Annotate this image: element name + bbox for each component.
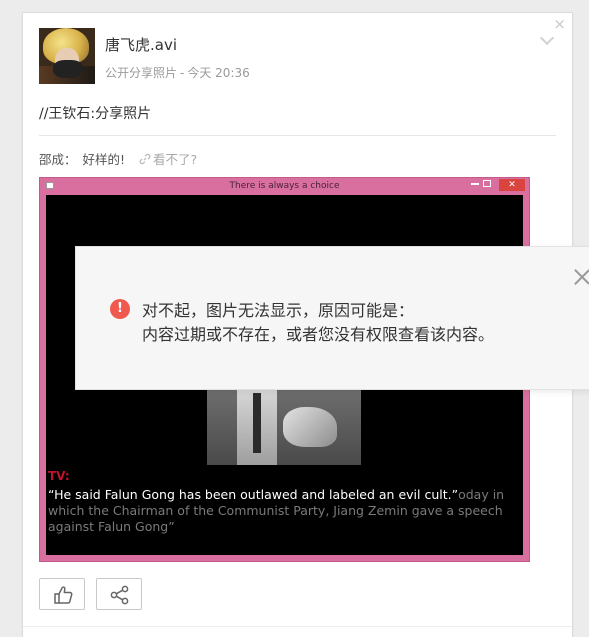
video-frame-photo bbox=[207, 389, 361, 465]
post-timestamp[interactable]: 今天 20:36 bbox=[187, 66, 249, 80]
error-message-line2: 内容过期或不存在，或者您没有权限查看该内容。 bbox=[142, 325, 495, 344]
minimize-icon bbox=[471, 183, 479, 185]
caption-white: “He said Falun Gong has been outlawed an… bbox=[48, 487, 459, 502]
link-icon bbox=[139, 153, 151, 165]
window-close-icon: ✕ bbox=[499, 179, 525, 191]
meta-separator: - bbox=[180, 66, 185, 80]
chevron-down-icon[interactable] bbox=[539, 30, 555, 46]
share-button[interactable] bbox=[96, 578, 142, 610]
post-text: //王钦石:分享照片 bbox=[39, 106, 152, 122]
post-meta: 公开分享照片 - 今天 20:36 bbox=[105, 64, 250, 81]
video-caption: “He said Falun Gong has been outlawed an… bbox=[48, 487, 508, 535]
footer-divider bbox=[23, 626, 572, 627]
author-name[interactable]: 唐飞虎.avi bbox=[105, 34, 177, 55]
close-icon[interactable]: × bbox=[553, 15, 566, 33]
comment-author[interactable]: 邵成： bbox=[39, 152, 77, 167]
avatar[interactable] bbox=[39, 28, 95, 84]
dialog-close-icon[interactable] bbox=[572, 267, 589, 287]
alert-icon: ! bbox=[110, 299, 130, 319]
tv-label: TV: bbox=[48, 469, 70, 483]
image-error-dialog: ! 对不起，图片无法显示，原因可能是： 内容过期或不存在，或者您没有权限查看该内… bbox=[75, 246, 589, 390]
post-action-label: 公开分享照片 bbox=[105, 66, 178, 80]
like-button[interactable] bbox=[39, 578, 85, 610]
thumbs-up-icon bbox=[54, 586, 73, 604]
comment: 邵成： 好样的! 看不了? bbox=[39, 149, 197, 168]
maximize-icon bbox=[483, 180, 491, 187]
cant-view-label: 看不了? bbox=[153, 152, 198, 167]
window-title: There is always a choice bbox=[229, 181, 340, 191]
comment-text: 好样的! bbox=[82, 152, 126, 167]
window-titlebar: There is always a choice ✕ bbox=[40, 178, 529, 195]
error-message-line1: 对不起，图片无法显示，原因可能是： bbox=[142, 301, 415, 320]
cant-view-link[interactable]: 看不了? bbox=[139, 152, 197, 167]
divider bbox=[39, 135, 556, 136]
share-icon bbox=[110, 585, 129, 605]
